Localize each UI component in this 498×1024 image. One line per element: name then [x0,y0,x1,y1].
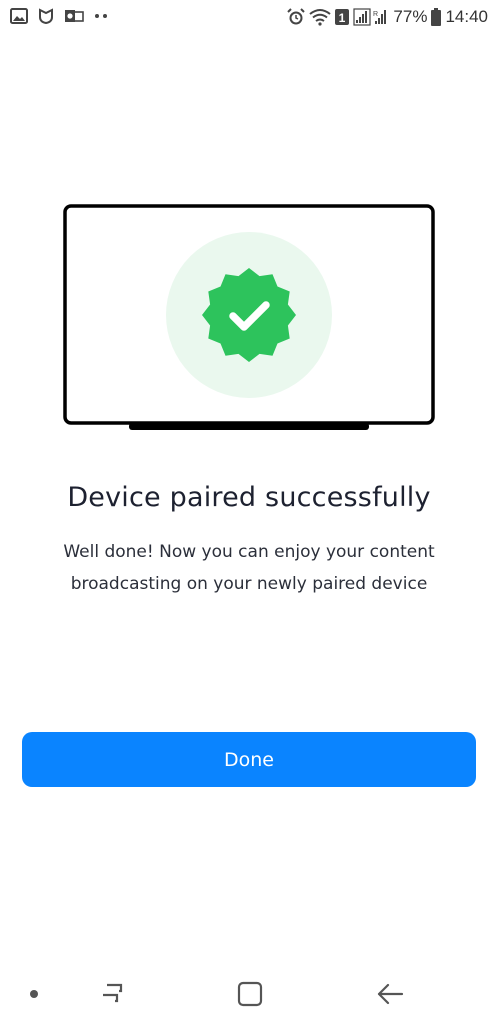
paired-device-illustration [63,204,435,434]
navigation-bar [0,964,498,1024]
status-bar: 1 R 77% 14:40 [0,0,498,36]
shield-icon [38,8,54,24]
alarm-icon [287,8,306,26]
wifi-icon [309,8,332,26]
done-button[interactable]: Done [22,732,476,787]
monitor-stand [129,423,369,430]
status-left-icons [10,8,108,24]
page-title: Device paired successfully [67,482,431,513]
sim-icon: 1 [335,8,350,26]
back-icon[interactable] [370,976,410,1012]
home-icon[interactable] [230,976,270,1012]
signal-icon: R [353,8,389,26]
more-dots-icon [94,13,108,19]
sim-number: 1 [339,11,346,25]
outlook-icon [64,8,84,24]
recent-apps-icon[interactable] [92,976,132,1012]
gallery-icon [10,8,28,24]
success-message: Well done! Now you can enjoy your conten… [30,536,468,600]
battery-icon [431,8,442,26]
dot-icon[interactable] [14,976,54,1012]
clock: 14:40 [445,7,488,26]
success-message-line-2: broadcasting on your newly paired device [70,574,428,594]
status-right-icons: 1 R 77% 14:40 [287,6,488,28]
success-message-line-1: Well done! Now you can enjoy your conten… [63,542,435,562]
svg-text:R: R [373,11,378,18]
battery-percentage: 77% [393,7,428,26]
